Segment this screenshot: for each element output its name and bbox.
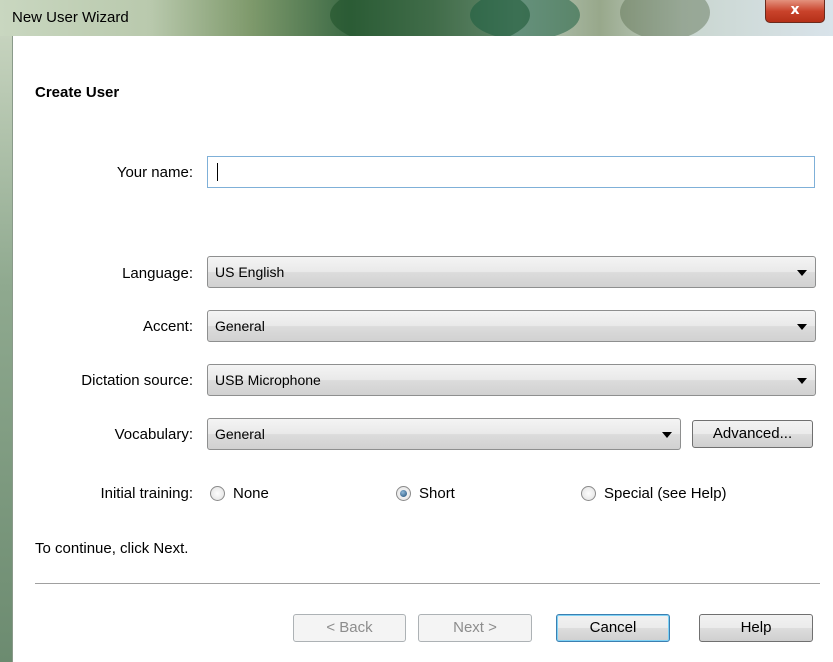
your-name-input[interactable] xyxy=(207,156,815,188)
text-caret xyxy=(217,163,218,181)
cancel-button[interactable]: Cancel xyxy=(556,614,670,642)
dictation-source-label: Dictation source: xyxy=(81,372,193,389)
vocabulary-label: Vocabulary: xyxy=(114,426,193,443)
training-special-radio[interactable] xyxy=(581,486,596,501)
next-button[interactable]: Next > xyxy=(418,614,532,642)
wizard-client-area xyxy=(12,36,833,662)
initial-training-label: Initial training: xyxy=(100,485,193,502)
back-button-label: < Back xyxy=(326,619,373,636)
window-frame-left xyxy=(0,36,12,662)
vocabulary-value: General xyxy=(215,426,265,442)
training-short-label[interactable]: Short xyxy=(419,485,455,502)
chevron-down-icon xyxy=(797,378,807,384)
advanced-button-label: Advanced... xyxy=(712,425,793,442)
training-none-radio[interactable] xyxy=(210,486,225,501)
language-label: Language: xyxy=(122,265,193,282)
window-title: New User Wizard xyxy=(12,9,129,26)
close-button[interactable]: x xyxy=(765,0,825,23)
language-select[interactable]: US English xyxy=(207,256,816,288)
vocabulary-select[interactable]: General xyxy=(207,418,681,450)
close-icon: x xyxy=(790,2,800,18)
cancel-button-label: Cancel xyxy=(589,619,637,636)
accent-label: Accent: xyxy=(142,318,193,335)
training-special-label[interactable]: Special (see Help) xyxy=(604,485,727,502)
language-value: US English xyxy=(215,264,285,280)
title-bar: New User Wizard x xyxy=(0,0,833,36)
back-button[interactable]: < Back xyxy=(293,614,406,642)
titlebar-background-art-3 xyxy=(620,0,710,36)
advanced-button[interactable]: Advanced... xyxy=(692,420,813,448)
training-short-radio[interactable] xyxy=(396,486,411,501)
divider xyxy=(35,583,820,585)
help-button-label: Help xyxy=(740,619,772,636)
chevron-down-icon xyxy=(797,324,807,330)
page-title: Create User xyxy=(35,84,120,101)
next-button-label: Next > xyxy=(453,619,497,636)
radio-selected-dot xyxy=(400,490,407,497)
help-button[interactable]: Help xyxy=(699,614,813,642)
training-none-label[interactable]: None xyxy=(233,485,269,502)
accent-value: General xyxy=(215,318,265,334)
titlebar-background-art-2 xyxy=(470,0,580,36)
accent-select[interactable]: General xyxy=(207,310,816,342)
dictation-source-value: USB Microphone xyxy=(215,372,321,388)
your-name-label: Your name: xyxy=(116,164,193,181)
dictation-source-select[interactable]: USB Microphone xyxy=(207,364,816,396)
chevron-down-icon xyxy=(797,270,807,276)
instruction-text: To continue, click Next. xyxy=(35,540,189,557)
chevron-down-icon xyxy=(662,432,672,438)
